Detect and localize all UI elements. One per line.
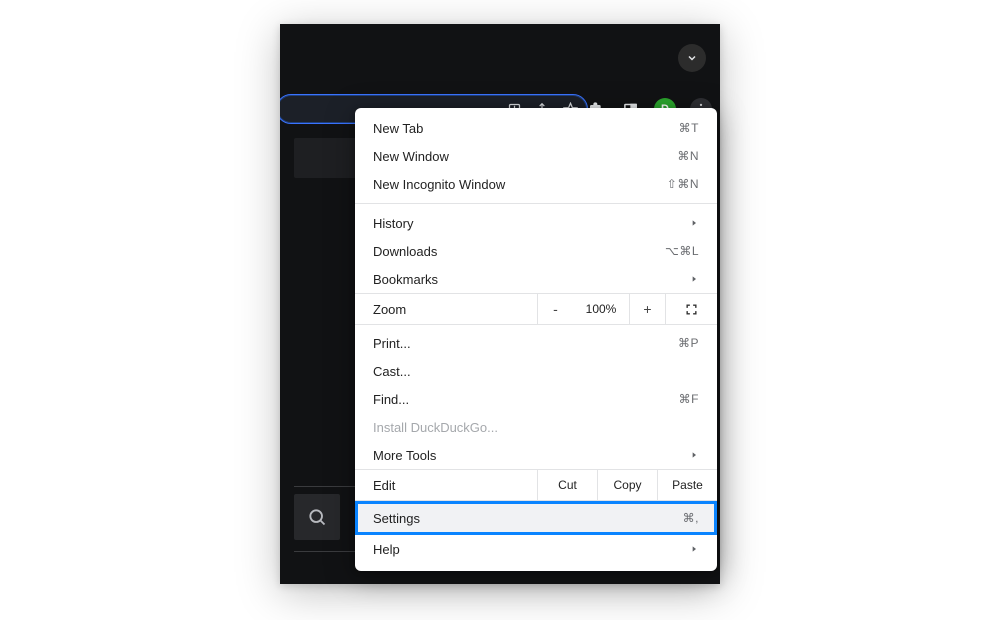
submenu-arrow-icon — [689, 450, 699, 460]
menu-label: Print... — [373, 336, 411, 351]
menu-label: Downloads — [373, 244, 437, 259]
shortcut: ⌘F — [679, 392, 699, 406]
chevron-down-icon[interactable] — [678, 44, 706, 72]
menu-label: Bookmarks — [373, 272, 438, 287]
shortcut: ⇧⌘N — [667, 177, 699, 191]
menu-label: Help — [373, 542, 400, 557]
zoom-label: Zoom — [355, 294, 537, 324]
menu-item-history[interactable]: History — [355, 209, 717, 237]
menu-item-help[interactable]: Help — [355, 535, 717, 563]
menu-item-new-incognito[interactable]: New Incognito Window ⇧⌘N — [355, 170, 717, 198]
menu-item-settings[interactable]: Settings ⌘, — [355, 501, 717, 535]
submenu-arrow-icon — [689, 218, 699, 228]
menu-item-install-pwa: Install DuckDuckGo... — [355, 413, 717, 441]
copy-button[interactable]: Copy — [597, 470, 657, 500]
submenu-arrow-icon — [689, 544, 699, 554]
shortcut: ⌘N — [677, 149, 699, 163]
menu-label: More Tools — [373, 448, 436, 463]
menu-item-cast[interactable]: Cast... — [355, 357, 717, 385]
zoom-in-button[interactable]: + — [629, 294, 665, 324]
menu-item-print[interactable]: Print... ⌘P — [355, 329, 717, 357]
fullscreen-button[interactable] — [665, 294, 717, 324]
menu-item-edit: Edit Cut Copy Paste — [355, 469, 717, 501]
menu-separator — [355, 203, 717, 204]
submenu-arrow-icon — [689, 274, 699, 284]
shortcut: ⌘P — [678, 336, 699, 350]
edit-label: Edit — [355, 470, 537, 500]
menu-label: Cast... — [373, 364, 411, 379]
cut-button[interactable]: Cut — [537, 470, 597, 500]
menu-item-new-window[interactable]: New Window ⌘N — [355, 142, 717, 170]
menu-item-more-tools[interactable]: More Tools — [355, 441, 717, 469]
zoom-out-button[interactable]: - — [537, 294, 573, 324]
menu-item-zoom: Zoom - 100% + — [355, 293, 717, 325]
menu-label: History — [373, 216, 413, 231]
menu-label: Install DuckDuckGo... — [373, 420, 498, 435]
shortcut: ⌥⌘L — [665, 244, 699, 258]
menu-item-downloads[interactable]: Downloads ⌥⌘L — [355, 237, 717, 265]
chrome-main-menu: New Tab ⌘T New Window ⌘N New Incognito W… — [355, 108, 717, 571]
menu-item-find[interactable]: Find... ⌘F — [355, 385, 717, 413]
menu-label: New Tab — [373, 121, 423, 136]
zoom-percent: 100% — [573, 294, 629, 324]
paste-button[interactable]: Paste — [657, 470, 717, 500]
search-icon[interactable] — [294, 494, 340, 540]
menu-label: New Window — [373, 149, 449, 164]
menu-label: New Incognito Window — [373, 177, 505, 192]
shortcut: ⌘T — [679, 121, 699, 135]
menu-item-bookmarks[interactable]: Bookmarks — [355, 265, 717, 293]
menu-label: Settings — [373, 511, 420, 526]
shortcut: ⌘, — [683, 511, 699, 525]
menu-item-new-tab[interactable]: New Tab ⌘T — [355, 114, 717, 142]
menu-label: Find... — [373, 392, 409, 407]
